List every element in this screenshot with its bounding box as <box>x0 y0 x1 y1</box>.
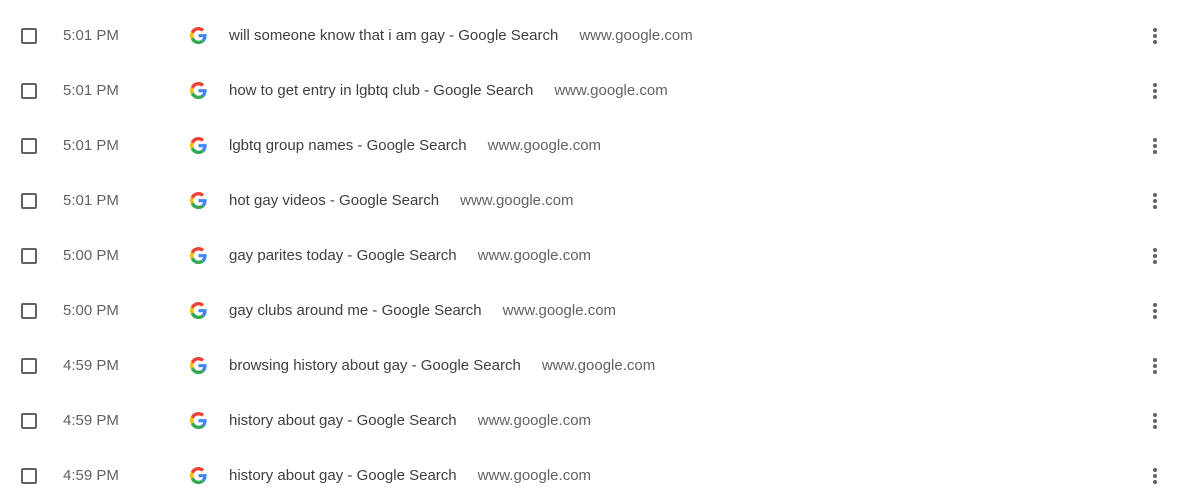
history-row: 5:00 PM gay clubs around me - Google Sea… <box>0 283 1188 338</box>
page-title: browsing history about gay - Google Sear… <box>229 357 521 374</box>
history-row: 4:59 PM history about gay - Google Searc… <box>0 448 1188 503</box>
vertical-dots-icon <box>1153 412 1157 429</box>
page-domain: www.google.com <box>460 192 574 209</box>
vertical-dots-icon <box>1153 27 1157 44</box>
more-actions-button[interactable] <box>1140 461 1170 491</box>
history-row: 4:59 PM history about gay - Google Searc… <box>0 393 1188 448</box>
page-domain: www.google.com <box>487 137 602 154</box>
history-entry-link[interactable]: hot gay videos - Google Search www.googl… <box>229 192 574 209</box>
visit-time: 5:01 PM <box>63 82 119 99</box>
row-checkbox[interactable] <box>21 247 37 264</box>
vertical-dots-icon <box>1153 247 1157 264</box>
vertical-dots-icon <box>1153 137 1157 154</box>
google-favicon-icon <box>190 137 207 154</box>
google-favicon-icon <box>190 82 207 99</box>
more-actions-button[interactable] <box>1140 296 1170 326</box>
row-checkbox[interactable] <box>21 302 37 319</box>
visit-time: 4:59 PM <box>63 412 119 429</box>
google-favicon-icon <box>190 412 207 429</box>
google-favicon-icon <box>190 247 207 264</box>
page-domain: www.google.com <box>477 247 592 264</box>
more-actions-button[interactable] <box>1140 131 1170 161</box>
row-checkbox[interactable] <box>21 27 37 44</box>
row-checkbox[interactable] <box>21 357 37 374</box>
visit-time: 5:01 PM <box>63 27 119 44</box>
page-title: will someone know that i am gay - Google… <box>229 27 559 44</box>
history-row: 4:59 PM browsing history about gay - Goo… <box>0 338 1188 393</box>
vertical-dots-icon <box>1153 302 1157 319</box>
row-checkbox[interactable] <box>21 137 37 154</box>
history-entry-link[interactable]: gay parites today - Google Search www.go… <box>229 247 591 264</box>
history-row: 5:01 PM hot gay videos - Google Search w… <box>0 173 1188 228</box>
page-title: history about gay - Google Search <box>229 467 457 484</box>
page-domain: www.google.com <box>541 357 656 374</box>
page-domain: www.google.com <box>502 302 617 319</box>
row-checkbox[interactable] <box>21 192 37 209</box>
row-checkbox[interactable] <box>21 412 37 429</box>
google-favicon-icon <box>190 467 207 484</box>
page-domain: www.google.com <box>554 82 668 99</box>
history-entry-link[interactable]: history about gay - Google Search www.go… <box>229 412 591 429</box>
page-title: hot gay videos - Google Search <box>229 192 440 209</box>
history-entry-link[interactable]: browsing history about gay - Google Sear… <box>229 357 655 374</box>
history-row: 5:01 PM lgbtq group names - Google Searc… <box>0 118 1188 173</box>
google-favicon-icon <box>190 192 207 209</box>
visit-time: 5:01 PM <box>63 137 119 154</box>
row-checkbox[interactable] <box>21 467 37 484</box>
history-entry-link[interactable]: lgbtq group names - Google Search www.go… <box>229 137 601 154</box>
history-entry-link[interactable]: history about gay - Google Search www.go… <box>229 467 591 484</box>
visit-time: 5:01 PM <box>63 192 119 209</box>
page-title: gay parites today - Google Search <box>229 247 457 264</box>
visit-time: 5:00 PM <box>63 247 119 264</box>
google-favicon-icon <box>190 357 207 374</box>
history-list: 5:01 PM will someone know that i am gay … <box>0 0 1188 500</box>
vertical-dots-icon <box>1153 192 1157 209</box>
visit-time: 5:00 PM <box>63 302 119 319</box>
history-row: 5:01 PM how to get entry in lgbtq club -… <box>0 63 1188 118</box>
page-title: how to get entry in lgbtq club - Google … <box>229 82 534 99</box>
more-actions-button[interactable] <box>1140 351 1170 381</box>
history-entry-link[interactable]: how to get entry in lgbtq club - Google … <box>229 82 668 99</box>
google-favicon-icon <box>190 302 207 319</box>
google-favicon-icon <box>190 27 207 44</box>
vertical-dots-icon <box>1153 467 1157 484</box>
page-title: history about gay - Google Search <box>229 412 457 429</box>
more-actions-button[interactable] <box>1140 186 1170 216</box>
history-row: 5:00 PM gay parites today - Google Searc… <box>0 228 1188 283</box>
page-domain: www.google.com <box>579 27 693 44</box>
visit-time: 4:59 PM <box>63 357 119 374</box>
vertical-dots-icon <box>1153 357 1157 374</box>
visit-time: 4:59 PM <box>63 467 119 484</box>
more-actions-button[interactable] <box>1140 406 1170 436</box>
more-actions-button[interactable] <box>1140 76 1170 106</box>
page-title: lgbtq group names - Google Search <box>229 137 467 154</box>
row-checkbox[interactable] <box>21 82 37 99</box>
vertical-dots-icon <box>1153 82 1157 99</box>
more-actions-button[interactable] <box>1140 241 1170 271</box>
history-row: 5:01 PM will someone know that i am gay … <box>0 8 1188 63</box>
page-domain: www.google.com <box>477 467 592 484</box>
page-domain: www.google.com <box>477 412 592 429</box>
page-title: gay clubs around me - Google Search <box>229 302 482 319</box>
history-entry-link[interactable]: will someone know that i am gay - Google… <box>229 27 693 44</box>
more-actions-button[interactable] <box>1140 21 1170 51</box>
history-entry-link[interactable]: gay clubs around me - Google Search www.… <box>229 302 616 319</box>
